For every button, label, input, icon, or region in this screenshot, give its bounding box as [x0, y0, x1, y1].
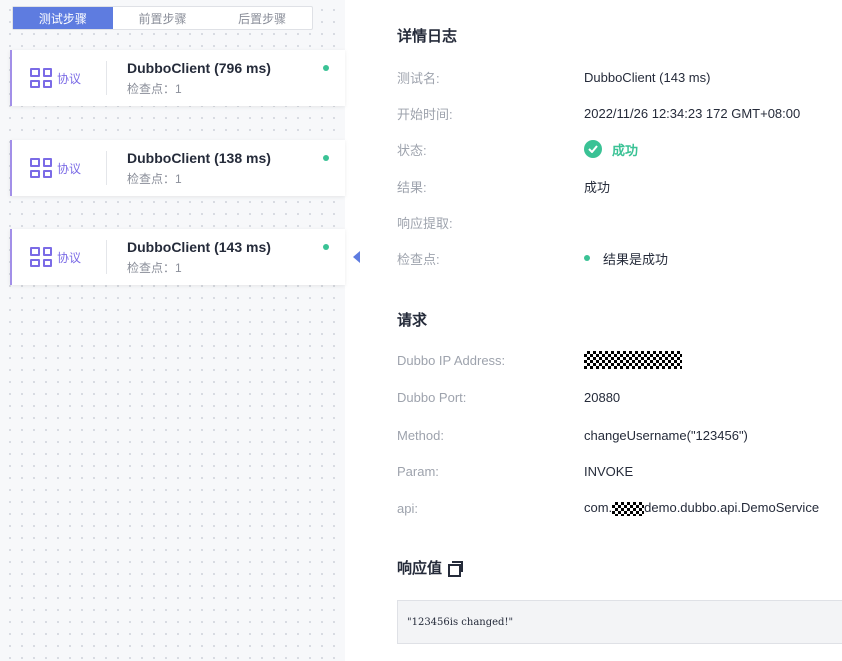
step-checkpoints: 检查点：1 — [127, 171, 182, 186]
param-label: Param: — [397, 463, 439, 479]
step-title: DubboClient (138 ms) — [127, 149, 271, 166]
protocol-label: 协议 — [57, 71, 82, 86]
step-card[interactable]: 协议 DubboClient (138 ms) 检查点：1 — [10, 140, 345, 196]
method-value: changeUsername("123456") — [584, 427, 748, 443]
api-value: com. demo.dubbo.api.DemoService — [584, 500, 820, 516]
protocol-label: 协议 — [57, 161, 82, 176]
copy-icon[interactable] — [448, 561, 464, 577]
row-port: Dubbo Port: 20880 — [397, 387, 620, 407]
tab-pre-steps[interactable]: 前置步骤 — [113, 7, 213, 29]
grid-icon — [30, 158, 52, 178]
grid-icon — [30, 247, 52, 267]
request-title: 请求 — [397, 312, 428, 329]
row-ip: Dubbo IP Address: — [397, 350, 682, 370]
protocol-tag: 协议 — [12, 240, 107, 274]
method-label: Method: — [397, 427, 444, 443]
row-param: Param: INVOKE — [397, 461, 633, 481]
status-dot — [323, 155, 329, 161]
port-label: Dubbo Port: — [397, 389, 467, 405]
row-test-name: 测试名: DubboClient (143 ms) — [397, 67, 710, 87]
row-status: 状态: 成功 — [397, 139, 638, 159]
selected-pointer-icon — [353, 251, 360, 263]
extract-label: 响应提取: — [397, 215, 453, 231]
response-body: "123456is changed!" — [397, 600, 842, 644]
protocol-label: 协议 — [57, 250, 82, 265]
row-method: Method: changeUsername("123456") — [397, 425, 748, 445]
start-time-label: 开始时间: — [397, 106, 453, 122]
status-dot — [323, 244, 329, 250]
api-label: api: — [397, 500, 418, 516]
grid-icon — [30, 68, 52, 88]
redacted-package — [612, 501, 645, 516]
result-value: 成功 — [584, 179, 611, 195]
check-circle-icon — [584, 140, 602, 158]
step-card[interactable]: 协议 DubboClient (796 ms) 检查点：1 — [10, 50, 345, 106]
status-label: 状态: — [397, 142, 427, 158]
step-card-selected[interactable]: 协议 DubboClient (143 ms) 检查点：1 — [10, 229, 345, 285]
checkpoint-label: 检查点: — [397, 251, 440, 267]
detail-panel: 详情日志 测试名: DubboClient (143 ms) 开始时间: 202… — [382, 0, 842, 661]
step-checkpoints: 检查点：1 — [127, 260, 182, 275]
port-value: 20880 — [584, 389, 621, 405]
row-api: api: com. demo.dubbo.api.DemoService — [397, 498, 819, 518]
redacted-ip — [584, 351, 682, 369]
test-name-label: 测试名: — [397, 70, 440, 86]
status-value: 成功 — [612, 142, 639, 158]
row-checkpoint: 检查点: 结果是成功 — [397, 248, 668, 268]
status-dot — [323, 65, 329, 71]
row-start-time: 开始时间: 2022/11/26 12:34:23 172 GMT+08:00 — [397, 103, 800, 123]
param-value: INVOKE — [584, 463, 634, 479]
test-name-value: DubboClient (143 ms) — [584, 69, 711, 85]
success-dot-icon — [584, 255, 590, 261]
row-extract: 响应提取: — [397, 212, 584, 232]
tab-test-steps[interactable]: 测试步骤 — [13, 7, 113, 29]
start-time-value: 2022/11/26 12:34:23 172 GMT+08:00 — [584, 105, 801, 121]
protocol-tag: 协议 — [12, 61, 107, 95]
protocol-tag: 协议 — [12, 151, 107, 185]
step-title: DubboClient (143 ms) — [127, 238, 271, 255]
steps-panel: 测试步骤 前置步骤 后置步骤 协议 DubboClient (796 ms) 检… — [0, 0, 345, 661]
response-title: 响应值 — [397, 557, 464, 578]
detail-title: 详情日志 — [397, 28, 458, 45]
step-title: DubboClient (796 ms) — [127, 59, 271, 76]
checkpoint-value: 结果是成功 — [603, 251, 669, 267]
tab-post-steps[interactable]: 后置步骤 — [212, 7, 312, 29]
row-result: 结果: 成功 — [397, 176, 610, 196]
ip-label: Dubbo IP Address: — [397, 352, 506, 368]
result-label: 结果: — [397, 179, 427, 195]
step-tabs: 测试步骤 前置步骤 后置步骤 — [12, 6, 313, 30]
step-checkpoints: 检查点：1 — [127, 81, 182, 96]
